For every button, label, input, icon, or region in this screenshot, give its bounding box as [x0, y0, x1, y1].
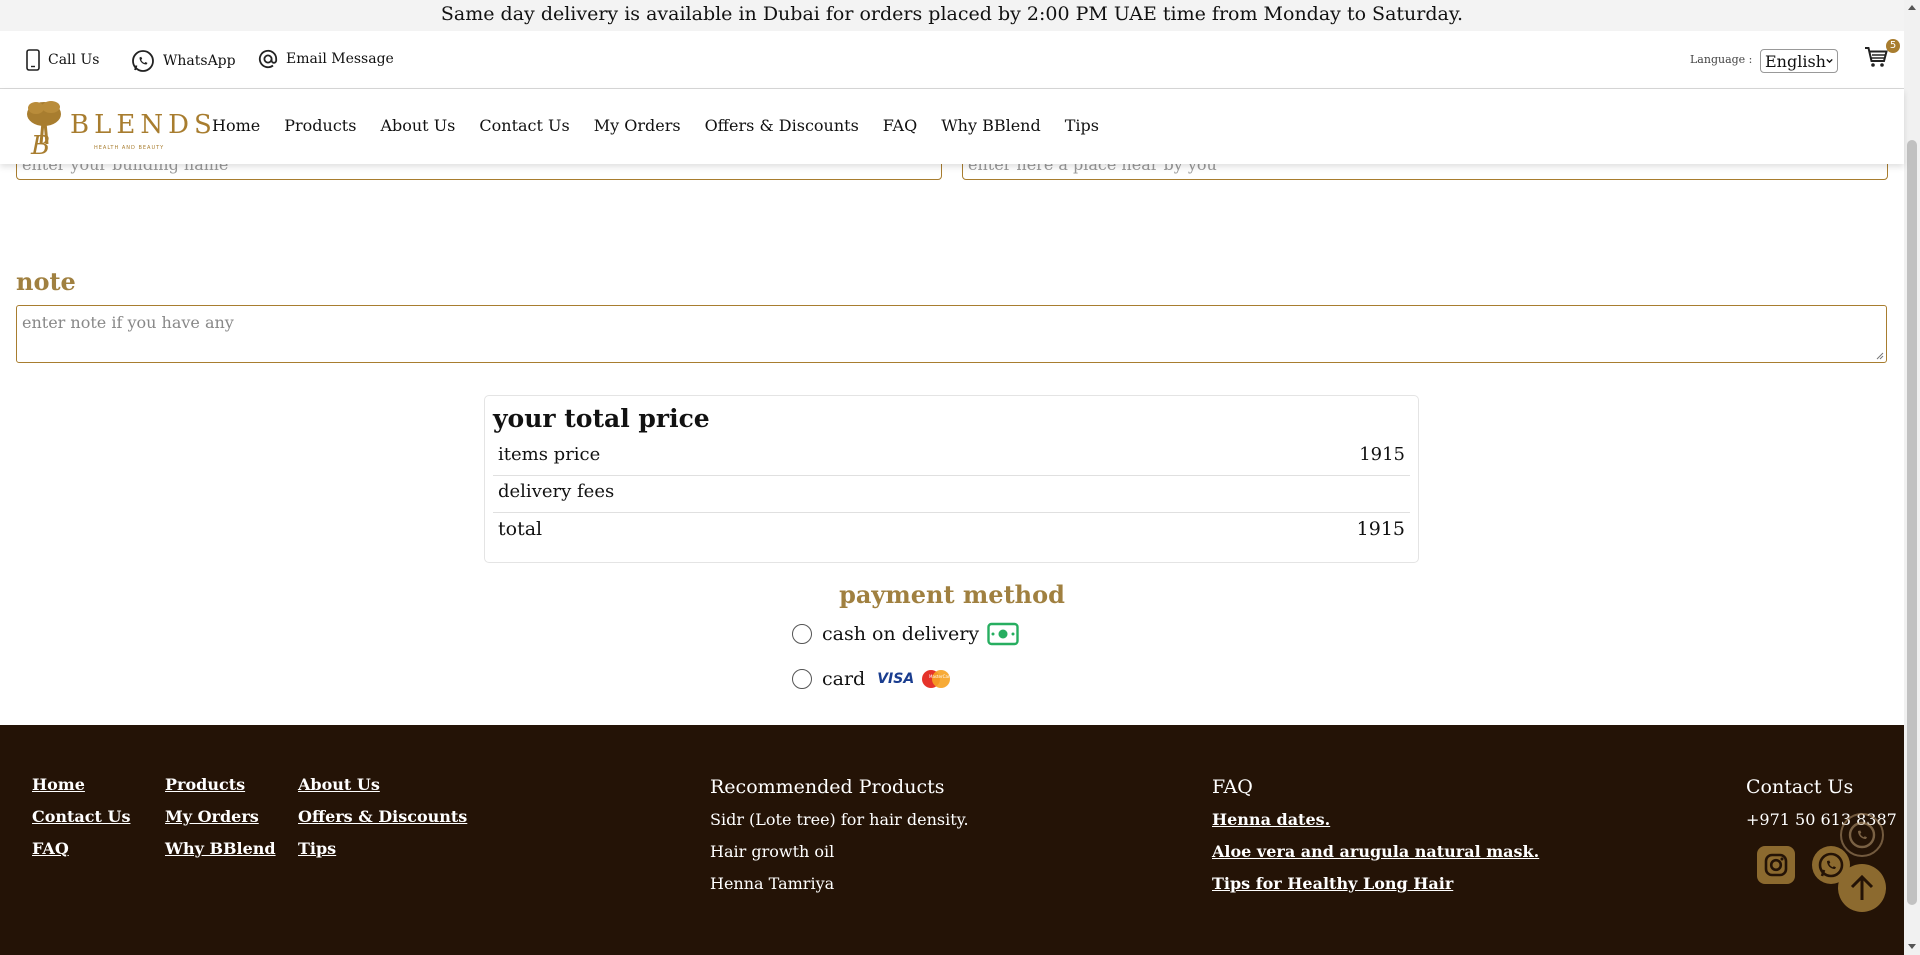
visa-logo: VISA: [877, 671, 915, 687]
items-price-row: items price 1915: [493, 439, 1410, 476]
cart-count-badge: 5: [1886, 39, 1900, 53]
footer-link-tips[interactable]: Tips: [298, 839, 336, 858]
total-label: total: [498, 518, 543, 540]
nav-contact-us[interactable]: Contact Us: [479, 116, 569, 135]
whatsapp-icon: [132, 50, 154, 72]
language-select[interactable]: English: [1760, 49, 1838, 73]
nav-products[interactable]: Products: [284, 116, 356, 135]
items-price-label: items price: [498, 444, 601, 465]
call-us-link[interactable]: Call Us: [26, 49, 99, 71]
card-radio[interactable]: [792, 669, 812, 689]
shopping-cart-icon: [1865, 47, 1888, 67]
arrow-up-icon: [1850, 874, 1874, 900]
email-link[interactable]: Email Message: [258, 49, 394, 69]
nav-my-orders[interactable]: My Orders: [594, 116, 681, 135]
tree-logo-icon: B: [27, 101, 61, 156]
announcement-bar: Same day delivery is available in Dubai …: [0, 0, 1904, 31]
whatsapp-label: WhatsApp: [163, 53, 236, 69]
floating-whatsapp-button[interactable]: [1840, 813, 1884, 857]
instagram-icon: [1764, 853, 1788, 877]
card-label: card: [822, 668, 866, 690]
scroll-to-top-button[interactable]: [1838, 864, 1886, 912]
logo-subtext: HEALTH AND BEAUTY: [94, 145, 165, 151]
card-option[interactable]: card VISA MasterCard: [792, 668, 952, 690]
nav-links: Home Products About Us Contact Us My Ord…: [212, 116, 1099, 135]
footer-link-contact-us[interactable]: Contact Us: [32, 807, 130, 826]
footer-link-products[interactable]: Products: [165, 775, 245, 794]
faq-link[interactable]: Aloe vera and arugula natural mask.: [1212, 842, 1539, 861]
nav-home[interactable]: Home: [212, 116, 260, 135]
note-heading: note: [16, 267, 76, 296]
logo-text: BLENDS: [70, 110, 217, 140]
faq-link[interactable]: Henna dates.: [1212, 810, 1330, 829]
cash-label: cash on delivery: [822, 623, 980, 645]
nav-offers[interactable]: Offers & Discounts: [705, 116, 859, 135]
main-navigation: B BLENDS HEALTH AND BEAUTY Home Products…: [0, 89, 1904, 164]
contact-us-title: Contact Us: [1746, 776, 1854, 798]
cash-icon: [987, 622, 1019, 646]
total-price-card: your total price items price 1915 delive…: [484, 395, 1419, 563]
chevron-down-icon: [1826, 58, 1833, 64]
delivery-fees-row: delivery fees: [493, 476, 1410, 513]
recommended-item[interactable]: Henna Tamriya: [710, 874, 834, 893]
footer-link-about-us[interactable]: About Us: [298, 775, 380, 794]
total-price-title: your total price: [493, 404, 710, 433]
faq-title: FAQ: [1212, 776, 1253, 798]
whatsapp-icon: [1848, 821, 1876, 849]
footer-link-my-orders[interactable]: My Orders: [165, 807, 259, 826]
cash-radio[interactable]: [792, 624, 812, 644]
nav-faq[interactable]: FAQ: [883, 116, 917, 135]
note-placeholder: enter note if you have any: [22, 313, 234, 332]
mastercard-icon: [922, 670, 951, 688]
nav-about-us[interactable]: About Us: [380, 116, 455, 135]
call-us-label: Call Us: [48, 52, 100, 68]
nav-tips[interactable]: Tips: [1065, 116, 1099, 135]
footer-link-why-bblend[interactable]: Why BBlend: [165, 839, 276, 858]
scroll-down-arrow-icon[interactable]: [1908, 944, 1916, 949]
total-row: total 1915: [493, 513, 1410, 550]
instagram-button[interactable]: [1757, 846, 1795, 884]
mastercard-label: MasterCard: [929, 674, 953, 679]
faq-link[interactable]: Tips for Healthy Long Hair: [1212, 874, 1453, 893]
whatsapp-link[interactable]: WhatsApp: [131, 49, 236, 73]
language-label: Language :: [1690, 53, 1753, 66]
cart-button[interactable]: 5: [1864, 39, 1900, 72]
recommended-products-title: Recommended Products: [710, 776, 945, 798]
at-sign-icon: [258, 49, 278, 69]
items-price-value: 1915: [1359, 444, 1405, 465]
footer-link-faq[interactable]: FAQ: [32, 839, 69, 858]
blends-logo[interactable]: B BLENDS HEALTH AND BEAUTY: [24, 98, 212, 156]
payment-method-title: payment method: [839, 580, 1065, 609]
site-footer: Home Contact Us FAQ Products My Orders W…: [0, 725, 1904, 955]
delivery-fees-label: delivery fees: [498, 481, 615, 502]
nav-why-bblend[interactable]: Why BBlend: [941, 116, 1041, 135]
phone-icon: [26, 49, 40, 71]
contact-bar: Call Us WhatsApp Email Message Language …: [0, 31, 1904, 89]
svg-text:B: B: [30, 131, 50, 156]
scrollbar-thumb[interactable]: [1907, 140, 1917, 905]
recommended-item[interactable]: Sidr (Lote tree) for hair density.: [710, 810, 969, 829]
language-value: English: [1765, 51, 1826, 71]
email-label: Email Message: [286, 51, 394, 67]
note-textarea[interactable]: enter note if you have any: [16, 305, 1887, 363]
total-value: 1915: [1356, 518, 1405, 540]
resize-handle-icon[interactable]: [1874, 350, 1884, 360]
cash-on-delivery-option[interactable]: cash on delivery: [792, 622, 1019, 646]
scroll-up-arrow-icon[interactable]: [1908, 5, 1916, 10]
recommended-item[interactable]: Hair growth oil: [710, 842, 834, 861]
footer-link-offers[interactable]: Offers & Discounts: [298, 807, 467, 826]
footer-link-home[interactable]: Home: [32, 775, 85, 794]
